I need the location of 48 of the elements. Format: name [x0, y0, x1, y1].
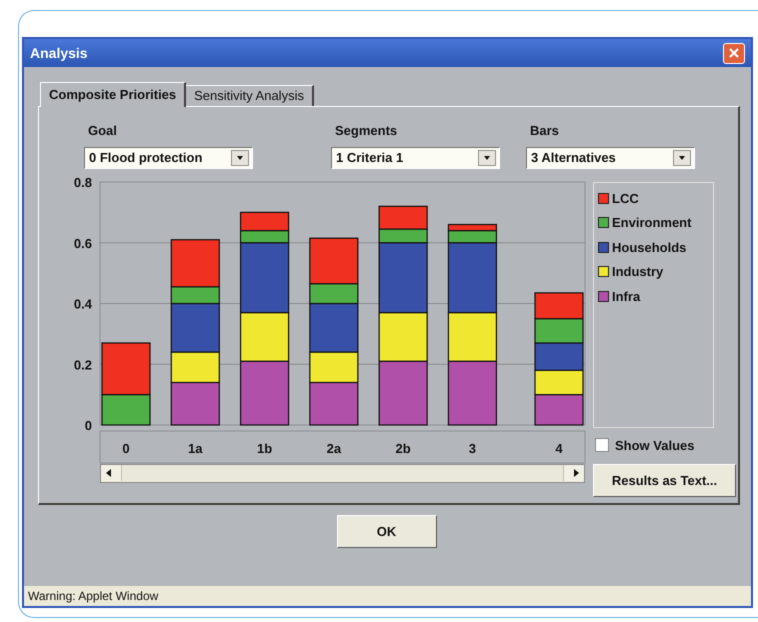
- status-text: Warning: Applet Window: [28, 588, 158, 605]
- checkbox-label: Show Values: [615, 436, 694, 454]
- legend-label: LCC: [612, 190, 639, 208]
- bar-segment: [448, 360, 498, 426]
- legend-label: Households: [612, 238, 686, 256]
- window-title: Analysis: [30, 44, 88, 63]
- legend-label: Environment: [612, 214, 692, 232]
- y-tick-label: 0.6: [74, 235, 92, 250]
- y-tick-label: 0.4: [74, 296, 92, 311]
- bar-segment: [378, 360, 428, 426]
- category-label: 0: [122, 440, 130, 456]
- category-label: 2b: [396, 440, 411, 456]
- horizontal-scrollbar[interactable]: [100, 464, 585, 482]
- bar-segment: [240, 360, 290, 426]
- checkbox[interactable]: [595, 438, 609, 452]
- selector-label: Goal: [87, 122, 118, 140]
- dropdown-caret-icon: [231, 150, 249, 166]
- dropdown-caret-icon: [673, 150, 691, 166]
- y-tick-label: 0.2: [74, 356, 92, 372]
- dropdown[interactable]: 0 Flood protection: [84, 146, 253, 168]
- y-tick-label: 0: [84, 418, 92, 432]
- close-button[interactable]: [723, 42, 745, 64]
- legend-label: Infra: [612, 288, 640, 306]
- bar-segment: [534, 342, 584, 370]
- tab[interactable]: Composite Priorities: [40, 82, 186, 107]
- selector-label: Bars: [529, 122, 560, 140]
- bar-segment: [534, 394, 584, 426]
- bar-segment: [170, 381, 220, 426]
- bar-segment: [534, 369, 584, 395]
- bar-segment: [534, 292, 584, 319]
- scroll-thumb[interactable]: [121, 465, 564, 481]
- category-label: 3: [468, 440, 476, 456]
- ok-button[interactable]: OK: [336, 515, 436, 548]
- dropdown[interactable]: 3 Alternatives: [526, 146, 695, 168]
- bar-segment: [534, 318, 584, 344]
- close-icon: [728, 47, 740, 59]
- category-label: 4: [555, 440, 563, 456]
- tab[interactable]: Sensitivity Analysis: [186, 85, 314, 106]
- selector-label: Segments: [334, 122, 398, 140]
- legend-label: Industry: [612, 263, 664, 281]
- results-as-text-button[interactable]: Results as Text...: [593, 464, 736, 497]
- category-label: 2a: [326, 440, 342, 456]
- bar-segment: [309, 381, 358, 426]
- dropdown[interactable]: 1 Criteria 1: [331, 146, 500, 168]
- category-label: 1a: [188, 440, 203, 456]
- y-tick-label: 0.8: [74, 176, 92, 190]
- dropdown-caret-icon: [478, 150, 496, 166]
- category-label: 1b: [256, 440, 272, 456]
